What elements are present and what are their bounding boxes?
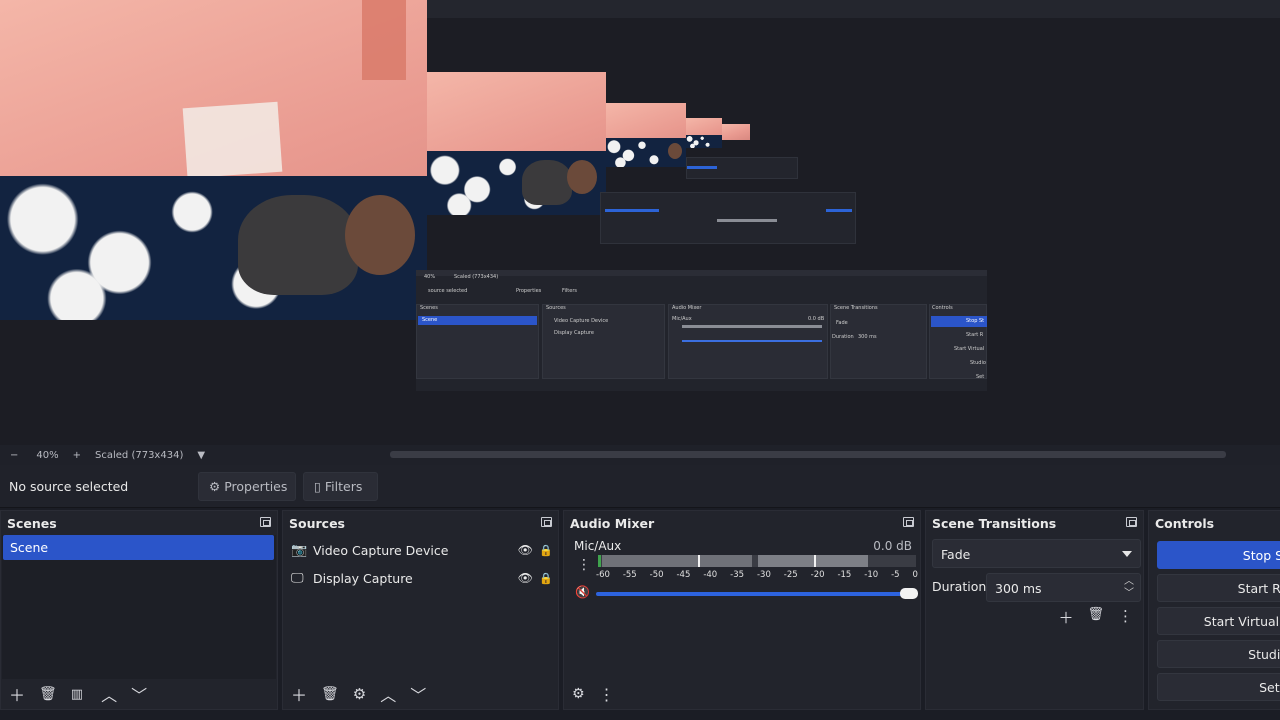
nested-preview-4 [722, 124, 750, 140]
scenes-toolbar: ＋ 🗑 ▥ ︿ ﹀ [1, 679, 277, 709]
undock-icon[interactable] [903, 517, 914, 527]
scene-transitions-dock: Scene Transitions Fade Duration 300 ms ︿… [925, 510, 1144, 710]
nested-preview-3 [686, 118, 722, 148]
add-transition-icon[interactable]: ＋ [1058, 607, 1073, 628]
source-properties-icon[interactable]: ⚙ [353, 685, 366, 703]
remove-transition-icon[interactable]: 🗑 [1087, 607, 1104, 628]
properties-label: Properties [224, 479, 288, 494]
scene-transitions-title: Scene Transitions [932, 515, 1057, 531]
undock-icon[interactable] [541, 517, 552, 527]
nested-ui-small [686, 157, 798, 179]
eye-icon[interactable]: 👁 [518, 543, 533, 557]
advanced-audio-icon[interactable]: ⚙ [572, 686, 585, 702]
mute-icon[interactable]: 🔇 [575, 585, 590, 599]
preview-horizontal-scrollbar[interactable] [390, 451, 1226, 458]
monitor-icon: 🖵 [291, 570, 304, 586]
webcam-feed [0, 0, 427, 320]
filters-label: Filters [324, 479, 363, 494]
remove-scene-icon[interactable]: 🗑 [39, 686, 57, 702]
scenes-title: Scenes [7, 515, 57, 531]
move-up-icon[interactable]: ︿ [101, 682, 117, 706]
move-down-icon[interactable]: ﹀ [410, 682, 426, 706]
no-source-label: No source selected [9, 479, 129, 494]
zoom-level: 40% [36, 449, 59, 461]
remove-source-icon[interactable]: 🗑 [321, 686, 339, 702]
source-label: Video Capture Device [313, 542, 449, 558]
properties-button[interactable]: ⚙ Properties [198, 472, 296, 501]
meter-scale: -60 -55 -50 -45 -40 -35 -30 -25 -20 -15 -10 -5 0 [596, 570, 918, 580]
audio-mixer-dock: Audio Mixer Mic/Aux 0.0 dB ⋮ -60 -55 -50 -… [563, 510, 921, 710]
volume-meter [598, 555, 916, 567]
volume-slider-handle[interactable] [900, 588, 918, 599]
source-toolbar: No source selected ⚙ Properties ▯ Filter… [0, 465, 1280, 508]
channel-menu-icon[interactable]: ⋮ [577, 557, 591, 573]
mixer-toolbar: ⚙ ⋮ [564, 679, 920, 709]
add-scene-icon[interactable]: ＋ [9, 682, 25, 706]
undock-icon[interactable] [260, 517, 271, 527]
chevron-down-icon [1122, 551, 1132, 557]
mixer-channel-db: 0.0 dB [873, 539, 912, 553]
start-virtual-camera-button[interactable]: Start Virtual ( [1157, 607, 1280, 635]
scenes-dock: Scenes Scene ＋ 🗑 ▥ ︿ ﹀ [0, 510, 278, 710]
zoom-in-button[interactable]: + [73, 450, 81, 461]
eye-icon[interactable]: 👁 [518, 571, 533, 585]
transition-tools: ＋ 🗑 ⋮ [1058, 607, 1133, 628]
source-item-video-capture[interactable]: 📷 Video Capture Device 👁 🔒 [291, 538, 553, 562]
sources-list: 📷 Video Capture Device 👁 🔒 🖵 Display Cap… [285, 535, 556, 679]
start-recording-button[interactable]: Start Re [1157, 574, 1280, 602]
zoom-out-button[interactable]: − [10, 450, 18, 461]
scene-filters-icon[interactable]: ▥ [71, 687, 83, 702]
nested-preview-1 [427, 72, 606, 215]
transition-select[interactable]: Fade [932, 539, 1141, 568]
source-item-display-capture[interactable]: 🖵 Display Capture 👁 🔒 [291, 566, 553, 590]
mixer-body: Mic/Aux 0.0 dB ⋮ -60 -55 -50 -45 -40 -35 -30… [566, 535, 918, 679]
move-up-icon[interactable]: ︿ [380, 682, 396, 706]
add-source-icon[interactable]: ＋ [291, 682, 307, 706]
nested-ui-medium [600, 192, 856, 244]
move-down-icon[interactable]: ﹀ [131, 682, 147, 706]
controls-body: Stop St Start Re Start Virtual ( Studio … [1151, 535, 1280, 709]
studio-mode-button[interactable]: Studio [1157, 640, 1280, 668]
lock-icon[interactable]: 🔒 [539, 572, 553, 585]
transition-menu-icon[interactable]: ⋮ [1118, 607, 1133, 628]
sources-dock: Sources 📷 Video Capture Device 👁 🔒 🖵 Dis… [282, 510, 559, 710]
preview-canvas[interactable]: 40% Scaled (773x434) source selected Pro… [0, 0, 1280, 445]
scale-dropdown-icon[interactable]: ▼ [197, 450, 205, 461]
duration-stepper[interactable]: ︿ ﹀ [1124, 576, 1134, 600]
nested-preview-2 [606, 103, 686, 167]
settings-button[interactable]: Setti [1157, 673, 1280, 701]
sources-title: Sources [289, 515, 345, 531]
sources-toolbar: ＋ 🗑 ⚙ ︿ ﹀ [283, 679, 558, 709]
stop-streaming-button[interactable]: Stop St [1157, 541, 1280, 569]
filters-button[interactable]: ▯ Filters [303, 472, 378, 501]
controls-title: Controls [1155, 515, 1215, 531]
source-label: Display Capture [313, 570, 413, 586]
duration-label: Duration [932, 579, 987, 594]
scenes-list: Scene [2, 535, 276, 679]
filter-icon: ▯ [314, 479, 321, 494]
audio-mixer-title: Audio Mixer [570, 515, 655, 531]
volume-slider[interactable] [596, 588, 918, 599]
lock-icon[interactable]: 🔒 [539, 544, 553, 557]
controls-dock: Controls Stop St Start Re Start Virtual … [1148, 510, 1280, 710]
camera-icon: 📷 [291, 542, 308, 558]
mixer-channel-name: Mic/Aux [574, 539, 622, 553]
gear-icon: ⚙ [209, 479, 221, 494]
mixer-menu-icon[interactable]: ⋮ [599, 685, 615, 704]
nested-ui-large: 40% Scaled (773x434) source selected Pro… [416, 270, 987, 391]
undock-icon[interactable] [1126, 517, 1137, 527]
duration-input[interactable]: 300 ms ︿ ﹀ [986, 573, 1141, 602]
scene-item[interactable]: Scene [3, 535, 274, 560]
preview-top-strip [427, 0, 1280, 18]
transitions-body: Fade Duration 300 ms ︿ ﹀ ＋ 🗑 ⋮ [928, 535, 1141, 709]
scale-mode-label: Scaled (773x434) [95, 449, 184, 461]
